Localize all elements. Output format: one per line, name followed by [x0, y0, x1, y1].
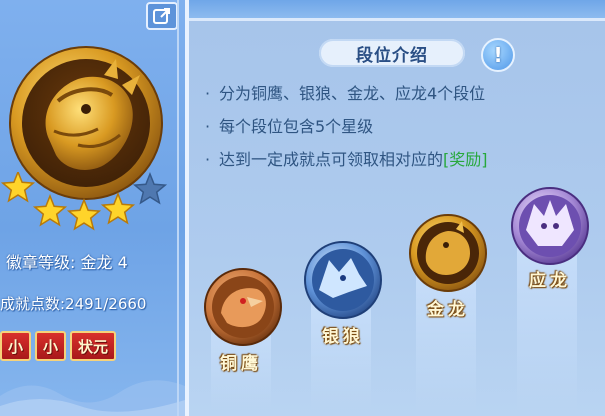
desc-line-3: · 达到一定成就点可领取相对应的[奖励] — [205, 150, 488, 169]
share-button[interactable] — [146, 2, 178, 30]
section-title-text: 段位介绍 — [356, 45, 428, 66]
star-empty-icon — [132, 172, 168, 205]
desc-line-3-text: 达到一定成就点可领取相对应的 — [219, 150, 444, 169]
rank-info-panel: 段位介绍 ! · 分为铜鹰、银狼、金龙、应龙4个段位 · 每个段位包含5个星级 · 达… — [189, 0, 605, 416]
star-filled-icon — [100, 191, 136, 225]
bronze-eagle-icon — [204, 268, 282, 346]
gold-dragon-icon — [409, 214, 487, 292]
desc-line-1: · 分为铜鹰、银狼、金龙、应龙4个段位 — [205, 84, 486, 103]
achievement-points-text: 成就点数:2491/2660 — [0, 295, 147, 313]
rank-label-silver: 银狼 — [322, 327, 364, 347]
star-filled-icon — [0, 172, 36, 203]
info-icon[interactable]: ! — [481, 38, 515, 72]
share-icon — [153, 8, 170, 24]
wave-decoration — [0, 380, 185, 416]
rank-label-bronze: 铜鹰 — [220, 354, 262, 374]
rank-silver-wolf[interactable]: 银狼 — [303, 240, 383, 350]
desc-line-2: · 每个段位包含5个星级 — [205, 117, 374, 136]
desc-line-2-text: 每个段位包含5个星级 — [219, 117, 374, 136]
rank-gold-dragon[interactable]: 金龙 — [408, 213, 488, 323]
rank-purple-dragon[interactable]: 应龙 — [510, 186, 590, 296]
title-tags: 小 小 状元 — [0, 331, 117, 361]
reward-link[interactable]: [奖励] — [443, 150, 488, 169]
rank-bronze-eagle[interactable]: 铜鹰 — [203, 267, 283, 377]
purple-dragon-icon — [511, 187, 589, 265]
star-filled-icon — [32, 193, 68, 227]
badge-level-text: 徽章等级: 金龙 4 — [6, 253, 128, 272]
rank-label-gold: 金龙 — [427, 300, 469, 320]
desc-line-1-text: 分为铜鹰、银狼、金龙、应龙4个段位 — [219, 84, 486, 103]
section-title: 段位介绍 — [319, 39, 465, 67]
badge-panel: 徽章等级: 金龙 4 成就点数:2491/2660 小 小 状元 — [0, 0, 189, 416]
top-bar — [189, 0, 605, 21]
star-rating — [0, 172, 168, 231]
silver-wolf-icon — [304, 241, 382, 319]
star-filled-icon — [66, 197, 102, 231]
rank-label-purple: 应龙 — [529, 271, 571, 291]
